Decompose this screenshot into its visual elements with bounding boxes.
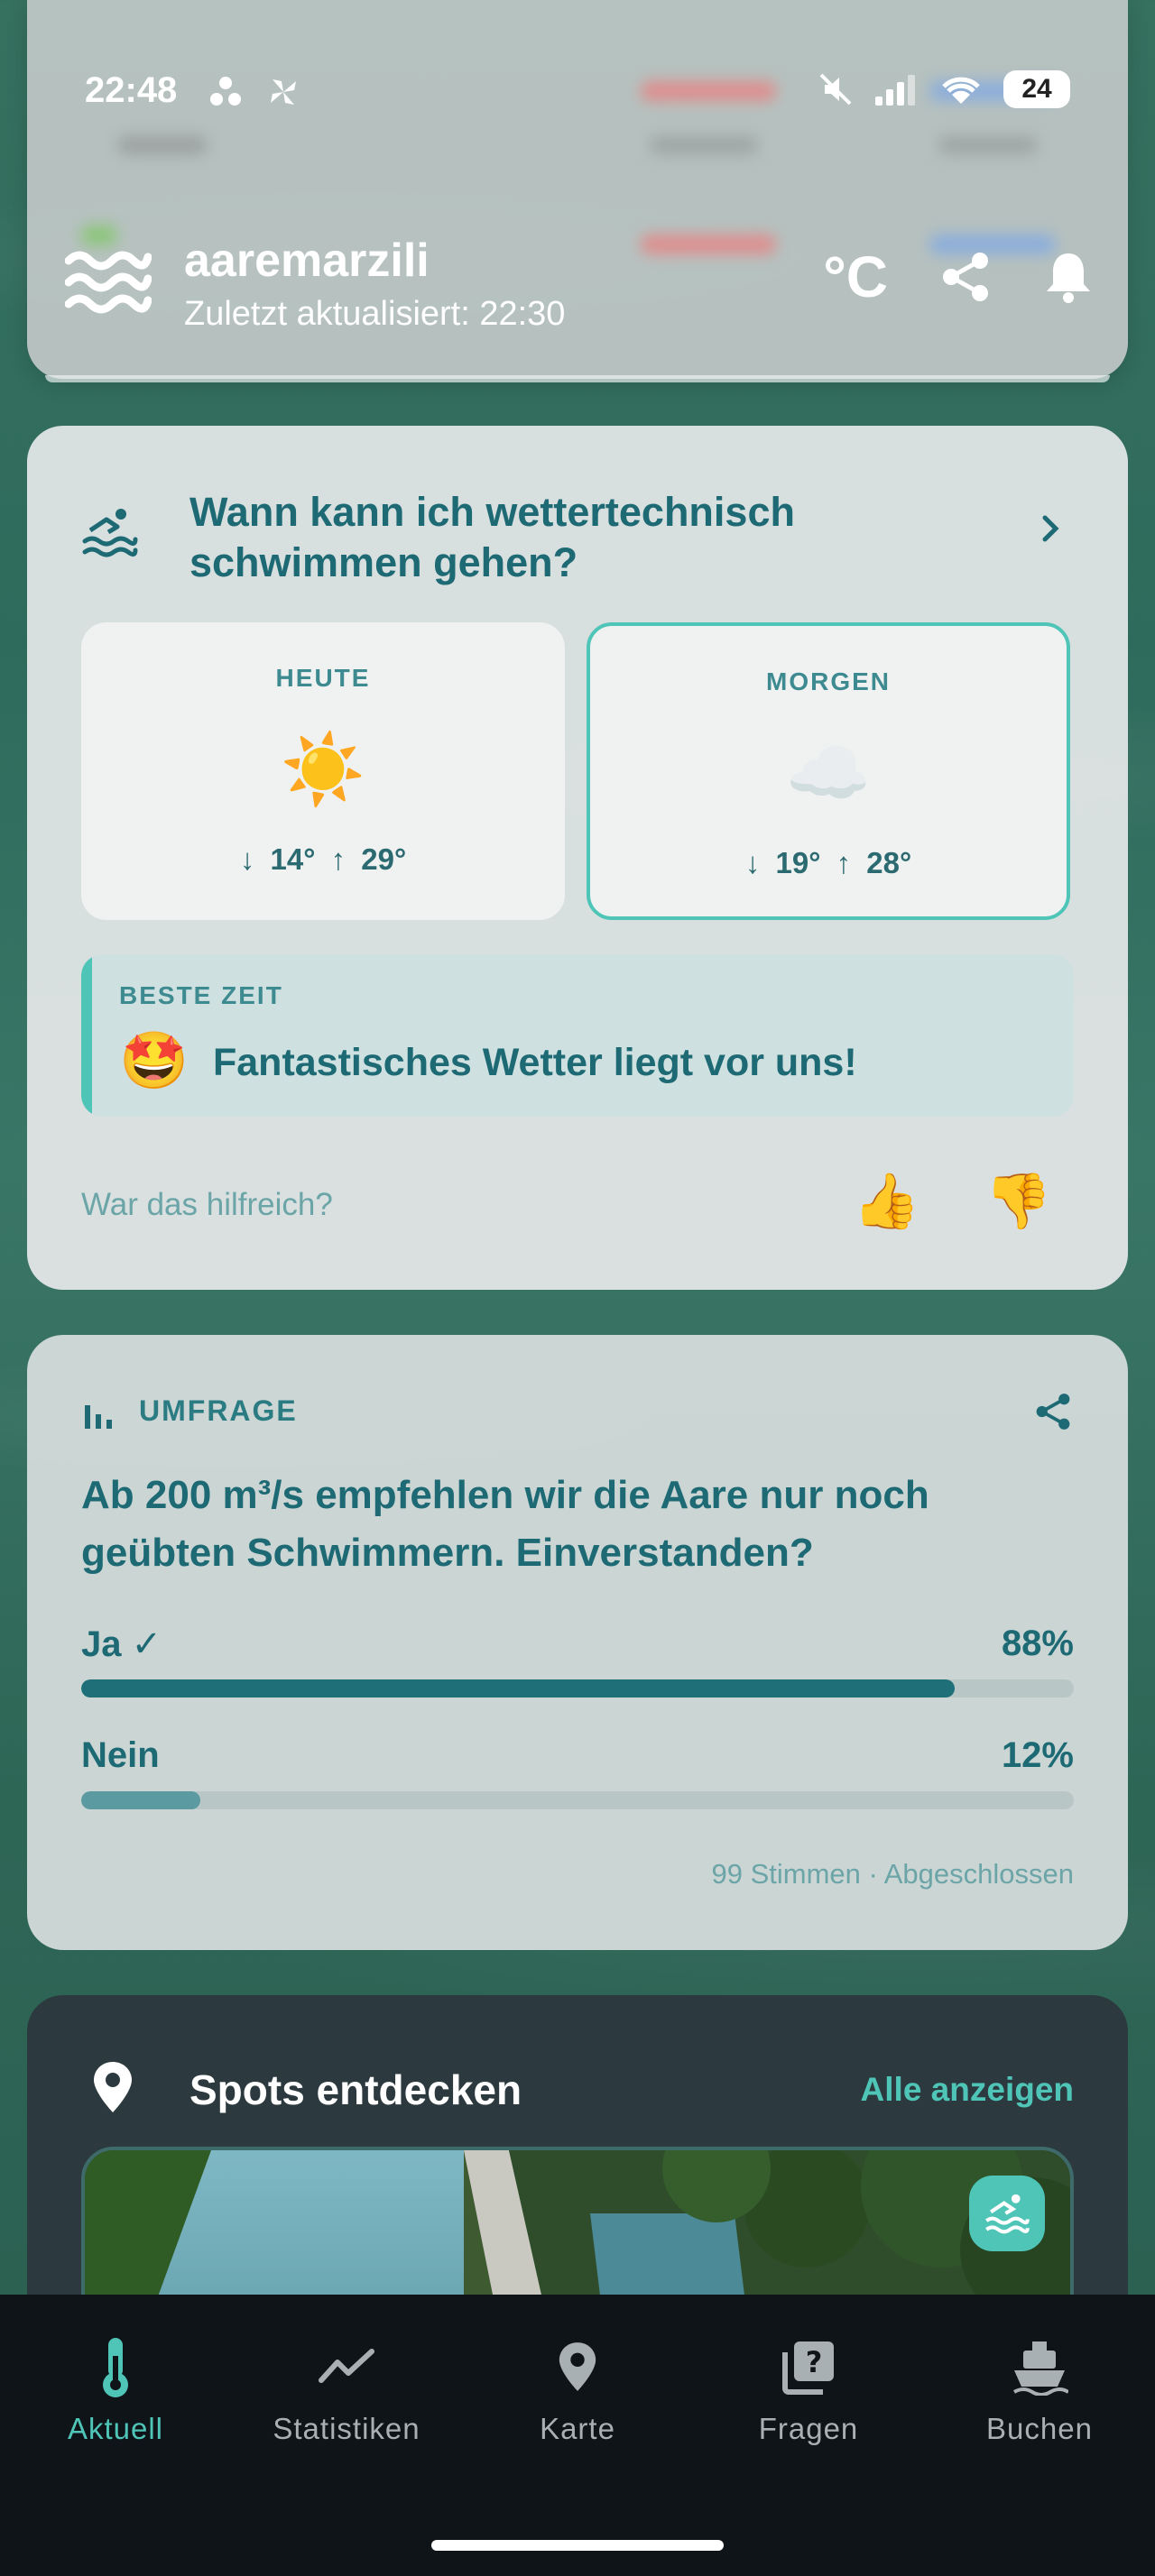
header-edge (45, 375, 1110, 382)
best-time-accent (81, 954, 92, 1117)
chevron-right-icon[interactable] (1038, 511, 1065, 547)
last-updated-text: Zuletzt aktualisiert: 22:30 (184, 295, 566, 333)
poll-question: Ab 200 m³/s empfehlen wir die Aare nur n… (81, 1473, 929, 1575)
share-icon[interactable] (938, 250, 993, 304)
bell-icon[interactable] (1043, 250, 1094, 304)
brand-row: aaremarzili Zuletzt aktualisiert: 22:30 … (65, 230, 1094, 338)
tomorrow-temps: ↓ 19° ↑ 28° (744, 846, 912, 879)
status-left-icons (208, 74, 301, 110)
spots-header: Spots entdecken Alle anzeigen (90, 2058, 1074, 2121)
poll-option-label: Ja ✓ (81, 1624, 162, 1664)
status-bar: 22:48 24 (0, 0, 1155, 185)
poll-bar-fill (81, 1679, 955, 1697)
nav-label: Fragen (758, 2412, 859, 2445)
spots-title: Spots entdecken (189, 2066, 522, 2113)
poll-option-percent: 12% (1001, 1735, 1074, 1775)
tomorrow-forecast[interactable]: MORGEN ☁️ ↓ 19° ↑ 28° (587, 622, 1070, 920)
header-actions: °C (823, 248, 1094, 306)
nav-label: Buchen (986, 2412, 1093, 2445)
app-notification-icon (210, 77, 241, 106)
nav-item-karte[interactable]: Karte (462, 2331, 693, 2446)
cloud-icon: ☁️ (785, 735, 872, 812)
question-icon: ? (782, 2341, 834, 2395)
today-forecast[interactable]: HEUTE ☀️ ↓ 14° ↑ 29° (81, 622, 565, 920)
wifi-icon (942, 77, 980, 104)
nav-label: Karte (540, 2412, 615, 2445)
best-time-label: BESTE ZEIT (119, 981, 283, 1009)
poll-bar-track (81, 1791, 1074, 1809)
today-label: HEUTE (275, 664, 371, 692)
svg-text:?: ? (806, 2345, 823, 2379)
poll-option-ja: Ja ✓ 88% (81, 1624, 1074, 1705)
status-right-icons: 24 (818, 70, 1070, 108)
poll-footer: 99 Stimmen · Abgeschlossen (711, 1858, 1075, 1890)
star-eyes-icon: 🤩 (119, 1030, 189, 1092)
map-pin-icon (94, 2062, 132, 2112)
poll-header: UMFRAGE (81, 1389, 1074, 1440)
poll-option-label: Nein (81, 1735, 160, 1775)
nav-item-aktuell[interactable]: Aktuell (0, 2331, 231, 2446)
mute-icon (819, 73, 852, 106)
signal-icon (875, 75, 915, 106)
boat-icon (1012, 2341, 1068, 2396)
feedback-row: War das hilfreich? 👍 👎 (81, 1174, 1074, 1237)
poll-bar-fill (81, 1791, 200, 1809)
nav-item-fragen[interactable]: ? Fragen (693, 2331, 924, 2446)
show-all-link[interactable]: Alle anzeigen (861, 2071, 1074, 2109)
poll-option-percent: 88% (1001, 1624, 1074, 1663)
pinwheel-icon (271, 79, 296, 105)
map-pin-icon (559, 2342, 596, 2391)
swim-badge (969, 2176, 1045, 2251)
poll-option-nein: Nein 12% (81, 1735, 1074, 1817)
tomorrow-label: MORGEN (766, 667, 891, 695)
poll-bar-track (81, 1679, 1074, 1697)
swimmer-icon (985, 2194, 1030, 2234)
thumbs-down-icon[interactable]: 👎 (984, 1174, 1052, 1228)
thermometer-icon (103, 2338, 128, 2397)
home-indicator[interactable] (431, 2540, 724, 2551)
status-time: 22:48 (85, 70, 178, 110)
share-icon[interactable] (1032, 1389, 1074, 1434)
weather-card[interactable]: Wann kann ich wettertechnisch schwimmen … (27, 426, 1128, 1290)
app-name: aaremarzili (184, 235, 430, 287)
battery-indicator: 24 (1003, 70, 1070, 108)
unit-toggle-button[interactable]: °C (823, 248, 888, 306)
today-temps: ↓ 14° ↑ 29° (239, 842, 407, 876)
bar-chart-icon (85, 1405, 112, 1429)
swimmer-icon (82, 509, 138, 557)
nav-item-buchen[interactable]: Buchen (924, 2331, 1155, 2446)
sun-icon: ☀️ (280, 731, 366, 808)
best-time-box: BESTE ZEIT 🤩 Fantastisches Wetter liegt … (81, 954, 1074, 1117)
nav-label: Statistiken (273, 2412, 420, 2445)
best-time-text: Fantastisches Wetter liegt vor uns! (213, 1041, 857, 1084)
weather-card-title: Wann kann ich wettertechnisch schwimmen … (189, 489, 795, 585)
poll-card: UMFRAGE Ab 200 m³/s empfehlen wir die Aa… (27, 1335, 1128, 1950)
trend-icon (319, 2349, 374, 2383)
nav-item-statistiken[interactable]: Statistiken (231, 2331, 462, 2446)
waves-logo-icon (65, 251, 152, 314)
poll-label: UMFRAGE (139, 1394, 298, 1427)
thumbs-up-icon[interactable]: 👍 (853, 1174, 920, 1228)
feedback-question: War das hilfreich? (81, 1187, 333, 1222)
nav-label: Aktuell (67, 2412, 164, 2445)
bottom-navigation: Aktuell Statistiken Karte ? Fragen Buche… (0, 2295, 1155, 2576)
